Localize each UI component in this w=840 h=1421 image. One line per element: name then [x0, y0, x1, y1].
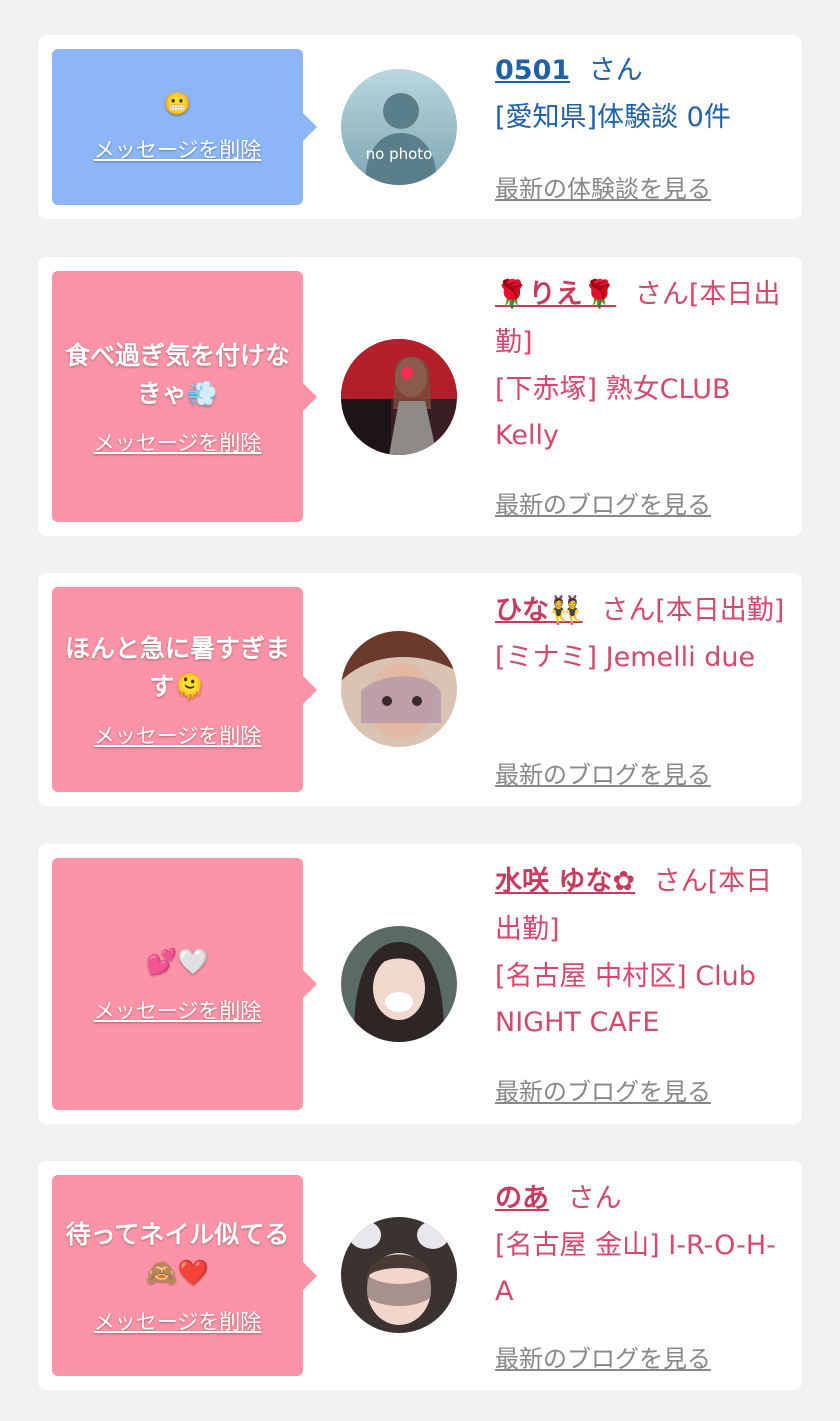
shop-name: [愛知県]体験談 0件 — [495, 102, 731, 133]
latest-reviews-link[interactable]: 最新の体験談を見る — [495, 169, 711, 204]
latest-blog-link[interactable]: 最新のブログを見る — [495, 1339, 711, 1374]
profile-photo — [341, 631, 457, 747]
message-bubble: 待ってネイル似てる🙈❤️ メッセージを削除 — [52, 1175, 317, 1376]
delete-message-link[interactable]: メッセージを削除 — [94, 427, 262, 457]
member-suffix: さん[本日出勤] — [601, 595, 785, 626]
member-info: のあ さん [名古屋 金山] I-R-O-H-A — [495, 1175, 785, 1315]
latest-blog-link[interactable]: 最新のブログを見る — [495, 485, 711, 520]
shop-name: [名古屋 中村区] Club NIGHT CAFE — [495, 961, 756, 1038]
member-suffix: さん — [588, 55, 643, 86]
member-name-line: 0501 さん — [495, 47, 785, 95]
member-name-link[interactable]: のあ — [495, 1183, 549, 1214]
message-text: 食べ過ぎ気を付けなきゃ💨 — [64, 340, 290, 408]
member-info: 水咲 ゆな✿ さん[本日出勤] [名古屋 中村区] Club NIGHT CAF… — [495, 858, 785, 1046]
member-name-link[interactable]: ひな👯 — [495, 595, 583, 626]
profile-photo — [341, 1217, 457, 1333]
message-text: 💕🤍 — [146, 947, 209, 976]
message-bubble: ほんと急に暑すぎます🫠 メッセージを削除 — [52, 587, 317, 792]
latest-blog-link[interactable]: 最新のブログを見る — [495, 755, 711, 790]
message-text: 待ってネイル似てる🙈❤️ — [65, 1219, 290, 1287]
delete-message-link[interactable]: メッセージを削除 — [94, 134, 262, 164]
member-name-line: 🌹りえ🌹 さん[本日出勤] — [495, 271, 785, 367]
avatar[interactable] — [341, 339, 457, 455]
no-photo-label: no photo — [365, 145, 433, 163]
favorites-list: 😬 メッセージを削除 no photo 0501 さん [愛知県]体験談 0件 … — [0, 0, 840, 1421]
shop-name: [ミナミ] Jemelli due — [495, 642, 756, 673]
member-name-link[interactable]: 水咲 ゆな✿ — [495, 866, 635, 897]
member-name-link[interactable]: 🌹りえ🌹 — [495, 279, 616, 310]
member-name-line: 水咲 ゆな✿ さん[本日出勤] — [495, 858, 785, 954]
member-info: ひな👯 さん[本日出勤] [ミナミ] Jemelli due — [495, 587, 785, 681]
profile-photo — [341, 339, 457, 455]
favorite-card: 😬 メッセージを削除 no photo 0501 さん [愛知県]体験談 0件 … — [38, 35, 802, 219]
delete-message-link[interactable]: メッセージを削除 — [94, 720, 262, 750]
message-bubble: 💕🤍 メッセージを削除 — [52, 858, 317, 1110]
avatar[interactable] — [341, 926, 457, 1042]
favorite-card: 💕🤍 メッセージを削除 水咲 ゆな✿ さん[本日出勤] [名古屋 中村区] Cl… — [38, 844, 802, 1124]
favorite-card: 待ってネイル似てる🙈❤️ メッセージを削除 のあ さん [名古屋 金山] I-R… — [38, 1161, 802, 1390]
shop-name: [名古屋 金山] I-R-O-H-A — [495, 1230, 776, 1307]
delete-message-link[interactable]: メッセージを削除 — [94, 995, 262, 1025]
person-silhouette-icon — [341, 69, 457, 185]
member-info: 0501 さん [愛知県]体験談 0件 — [495, 47, 785, 141]
avatar[interactable] — [341, 1217, 457, 1333]
profile-photo — [341, 926, 457, 1042]
message-bubble: 食べ過ぎ気を付けなきゃ💨 メッセージを削除 — [52, 271, 317, 522]
member-name-link[interactable]: 0501 — [495, 55, 570, 86]
member-name-line: ひな👯 さん[本日出勤] — [495, 587, 785, 635]
favorite-card: ほんと急に暑すぎます🫠 メッセージを削除 ひな👯 さん[本日出勤] [ミナミ] … — [38, 573, 802, 806]
message-text: ほんと急に暑すぎます🫠 — [64, 633, 290, 701]
message-bubble: 😬 メッセージを削除 — [52, 49, 317, 205]
message-text: 😬 — [163, 92, 192, 117]
delete-message-link[interactable]: メッセージを削除 — [94, 1306, 262, 1336]
member-name-line: のあ さん — [495, 1175, 785, 1223]
member-info: 🌹りえ🌹 さん[本日出勤] [下赤塚] 熟女CLUB Kelly — [495, 271, 785, 459]
avatar[interactable]: no photo — [341, 69, 457, 185]
avatar[interactable] — [341, 631, 457, 747]
latest-blog-link[interactable]: 最新のブログを見る — [495, 1072, 711, 1107]
favorite-card: 食べ過ぎ気を付けなきゃ💨 メッセージを削除 🌹りえ🌹 さん[本日出勤] [下赤塚… — [38, 257, 802, 536]
member-suffix: さん — [567, 1183, 622, 1214]
shop-name: [下赤塚] 熟女CLUB Kelly — [495, 374, 731, 451]
